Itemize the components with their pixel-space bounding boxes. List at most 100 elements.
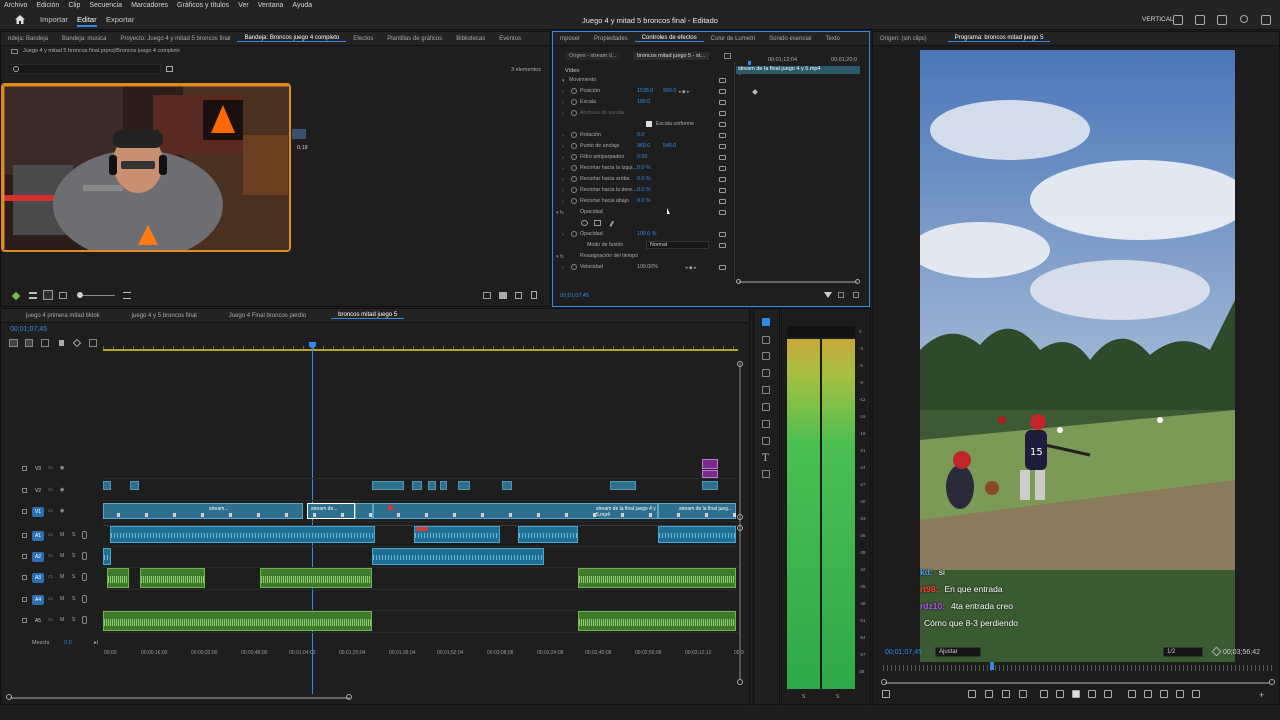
- step-back-icon[interactable]: [1056, 690, 1064, 698]
- row-reasignacion[interactable]: ▾ fx Reasignación del tiempo: [553, 251, 733, 262]
- opacidad-value[interactable]: 100.0 %: [637, 231, 656, 237]
- export-frame-icon[interactable]: [838, 292, 844, 298]
- program-playhead[interactable]: [990, 662, 994, 670]
- lock-icon[interactable]: [22, 466, 27, 471]
- v2-clip[interactable]: [440, 481, 447, 490]
- menu-ayuda[interactable]: Ayuda: [292, 2, 312, 9]
- tab-bibliotecas[interactable]: Bibliotecas: [449, 36, 492, 42]
- zoom-slider[interactable]: [79, 295, 115, 296]
- v2-clip[interactable]: [103, 481, 111, 490]
- track-v1-header[interactable]: V1 ▭ ◉: [0, 502, 100, 522]
- row-punto-anclaje[interactable]: › Punto de anclaje 960.0 540.0: [553, 141, 733, 152]
- row-opacidad[interactable]: › Opacidad 100.0 %: [553, 229, 733, 240]
- row-movimiento[interactable]: ▾ Movimiento: [553, 75, 733, 86]
- sync-lock-icon[interactable]: ▭: [48, 617, 53, 623]
- ec-scroll-right[interactable]: [855, 279, 860, 284]
- timeline-v-scroll-bottom[interactable]: [737, 679, 743, 685]
- ec-clip-bar[interactable]: stream de la final juego 4 y 5.mp4: [736, 66, 860, 74]
- velocidad-keyframe-nav[interactable]: ◂ ◆ ▸: [685, 265, 697, 271]
- share-icon[interactable]: [1217, 15, 1227, 25]
- home-icon[interactable]: [15, 15, 25, 24]
- a3-music-clip[interactable]: [107, 568, 129, 588]
- mute-icon[interactable]: M: [60, 574, 64, 580]
- tab-eventos[interactable]: Eventos: [492, 36, 528, 42]
- ec-scroll-left[interactable]: [736, 279, 741, 284]
- reset-filtro-icon[interactable]: [719, 155, 726, 160]
- mic-icon[interactable]: [82, 616, 87, 624]
- go-to-out-icon[interactable]: [1104, 690, 1112, 698]
- solo-icon[interactable]: S: [72, 617, 75, 623]
- recortar-arriba-value[interactable]: 0.0 %: [637, 176, 651, 182]
- v2-clip[interactable]: [130, 481, 139, 490]
- list-view-icon[interactable]: [29, 292, 37, 299]
- row-posicion[interactable]: › Posición 1538.0 960.0: [553, 86, 733, 97]
- reset-uniforme-icon[interactable]: [719, 122, 726, 127]
- linked-select-icon[interactable]: [41, 339, 49, 347]
- tab-propiedades[interactable]: Propiedades: [587, 36, 635, 42]
- track-a5-header[interactable]: A5 ▭ M S: [0, 611, 100, 631]
- timeline-h-scroll-right[interactable]: [346, 694, 352, 700]
- posicion-keyframe[interactable]: [752, 89, 758, 95]
- reset-opacidad-icon[interactable]: [719, 232, 726, 237]
- track-label[interactable]: A2: [32, 552, 44, 562]
- track-label[interactable]: A3: [32, 573, 44, 583]
- tab-bandeja-broncos[interactable]: Bandeja: Broncos juego 4 completo: [237, 35, 347, 42]
- row-escala-uniforme[interactable]: Escala uniforme: [553, 119, 733, 130]
- search-icon[interactable]: [1240, 15, 1248, 23]
- add-marker-timeline-icon[interactable]: [59, 340, 64, 346]
- v2-graphic-clip[interactable]: [702, 470, 718, 478]
- menu-ver[interactable]: Ver: [238, 2, 249, 9]
- anclaje-y-value[interactable]: 540.0: [663, 143, 676, 149]
- nest-toggle-icon[interactable]: [9, 339, 18, 347]
- program-zoom-left[interactable]: [881, 679, 887, 685]
- extract-icon[interactable]: [1144, 690, 1152, 698]
- new-bin-icon[interactable]: [166, 66, 173, 72]
- lock-icon[interactable]: [22, 488, 27, 493]
- a1-red-marker[interactable]: [416, 527, 428, 531]
- posicion-y-value[interactable]: 960.0: [663, 88, 676, 94]
- ellipse-mask-icon[interactable]: [581, 220, 588, 226]
- timeline-h-scroll-left[interactable]: [6, 694, 12, 700]
- slip-tool-icon[interactable]: [762, 386, 770, 394]
- lock-icon[interactable]: [22, 509, 27, 514]
- reset-opacidad-group-icon[interactable]: [719, 210, 726, 215]
- program-scrubber[interactable]: [883, 665, 1273, 671]
- timeline-v-scroll-mid2[interactable]: [737, 525, 743, 531]
- menu-edicion[interactable]: Edición: [36, 2, 59, 9]
- mix-goto-end-icon[interactable]: ▸|: [94, 640, 98, 646]
- proxy-toggle-icon[interactable]: [1192, 690, 1200, 698]
- row-rotacion[interactable]: › Rotación 0.0: [553, 130, 733, 141]
- comparison-view-icon[interactable]: [1176, 690, 1184, 698]
- nav-editar[interactable]: Editar: [77, 15, 97, 27]
- a3-music-clip[interactable]: [578, 568, 736, 588]
- row-recortar-abajo[interactable]: › Recortar hacia abajo 0.0 %: [553, 196, 733, 207]
- sync-lock-icon[interactable]: ▭: [48, 532, 53, 538]
- tab-proyecto[interactable]: Proyecto: Juego 4 y mitad 5 broncos fina…: [113, 36, 237, 42]
- type-tool-icon[interactable]: T: [762, 453, 769, 464]
- reset-recortar-abajo-icon[interactable]: [719, 199, 726, 204]
- pen-mask-icon[interactable]: [606, 219, 615, 227]
- timeline-v-scroll-top[interactable]: [737, 361, 743, 367]
- search-input[interactable]: [11, 64, 161, 74]
- track-select-tool-icon[interactable]: [762, 336, 770, 344]
- mic-icon[interactable]: [82, 595, 87, 603]
- adjust-tool-icon[interactable]: [762, 470, 770, 478]
- go-to-in-icon[interactable]: [1040, 690, 1048, 698]
- reset-escala-icon[interactable]: [719, 100, 726, 105]
- new-item-icon[interactable]: [515, 292, 522, 299]
- hand-tool-icon[interactable]: [762, 437, 770, 445]
- menu-marcadores[interactable]: Marcadores: [131, 2, 168, 9]
- posicion-x-value[interactable]: 1538.0: [637, 88, 653, 94]
- tab-efectos[interactable]: Efectos: [346, 36, 380, 42]
- track-v3-header[interactable]: V3 ▭ ◉: [0, 459, 100, 479]
- reset-fusion-icon[interactable]: [719, 243, 726, 248]
- mark-out-icon[interactable]: [1002, 690, 1010, 698]
- pen-tool-icon[interactable]: [762, 403, 770, 411]
- mute-icon[interactable]: M: [60, 596, 64, 602]
- a3-music-clip[interactable]: [260, 568, 372, 588]
- reset-rotacion-icon[interactable]: [719, 133, 726, 138]
- meter-solo-right[interactable]: S: [836, 694, 839, 700]
- solo-icon[interactable]: S: [72, 596, 75, 602]
- track-label[interactable]: A1: [32, 531, 44, 541]
- v2-clip[interactable]: [610, 481, 636, 490]
